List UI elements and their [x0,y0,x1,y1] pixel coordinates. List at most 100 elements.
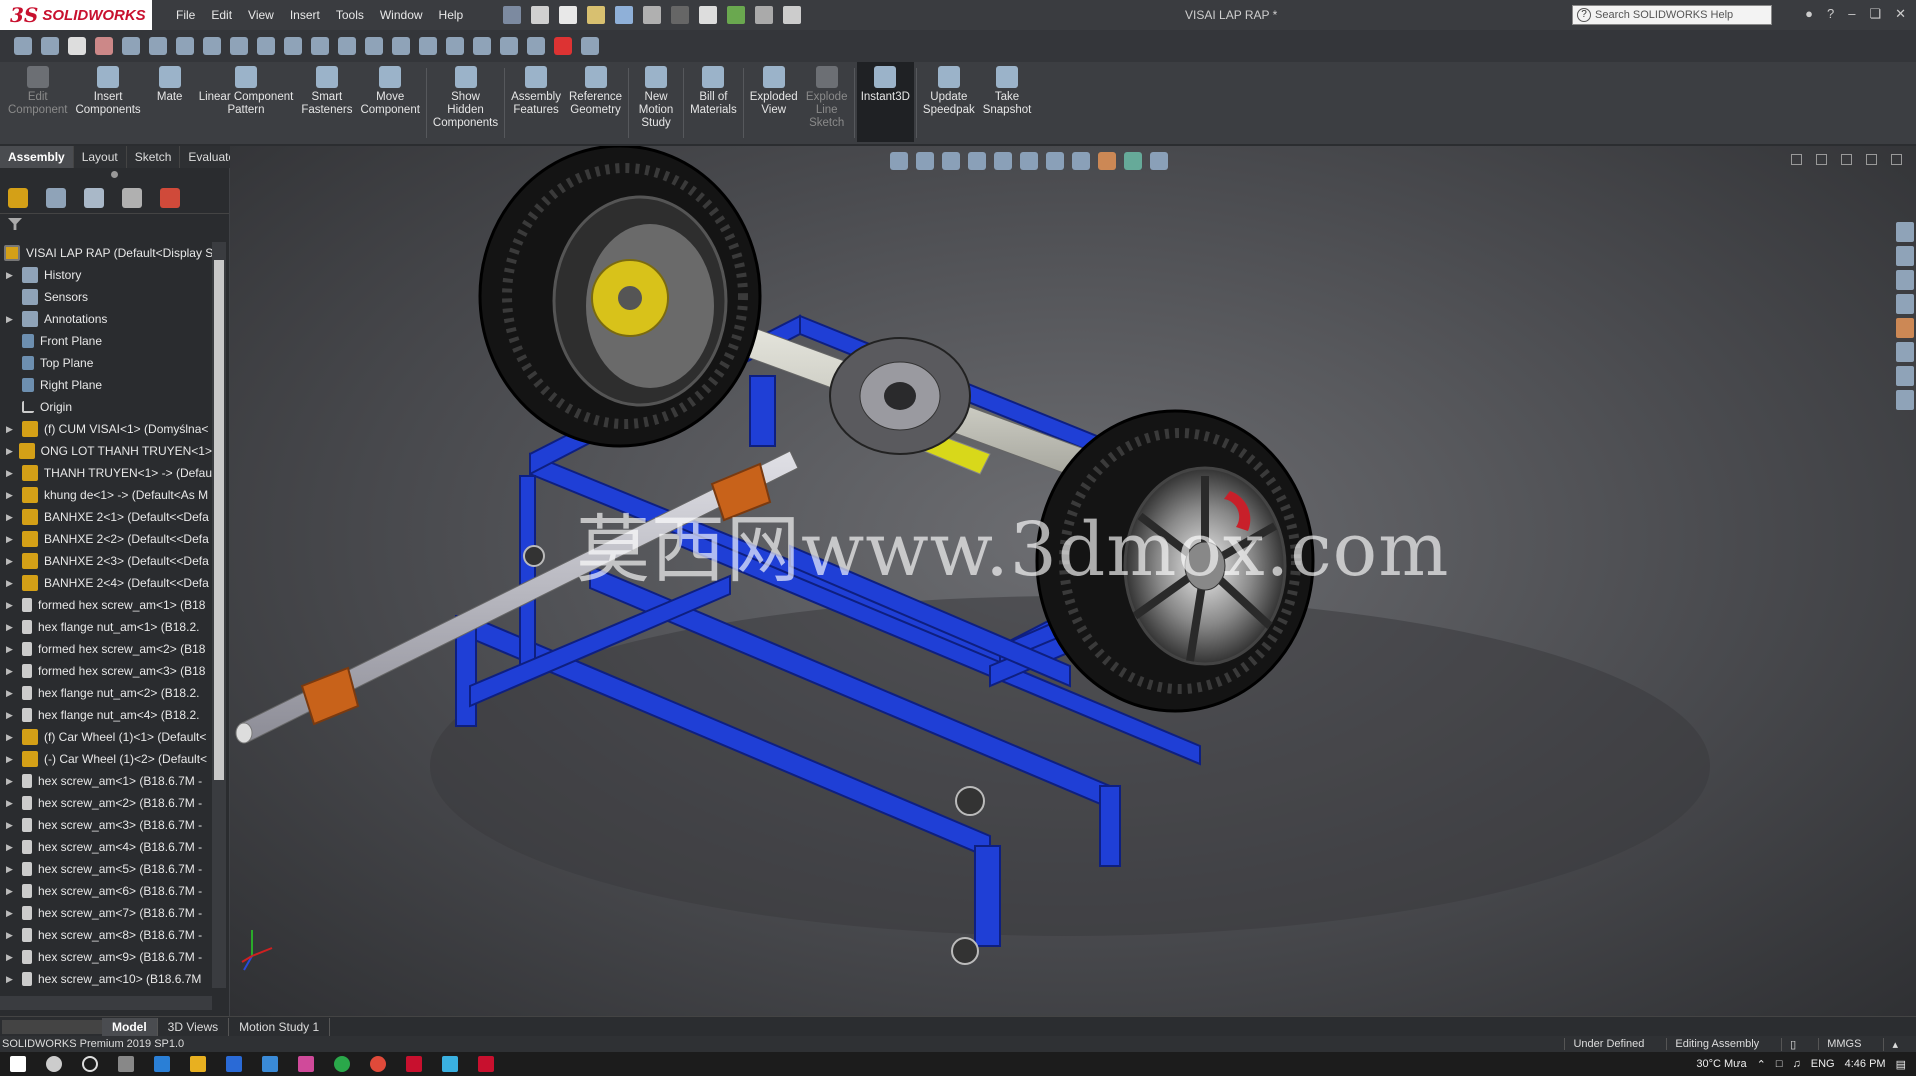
tree-item[interactable]: ▶ khung de<1> -> (Default<As M [0,484,212,506]
tree-item[interactable]: Sensors [0,286,212,308]
tree-item[interactable]: ▶ THANH TRUYEN<1> -> (Defau [0,462,212,484]
tree-root-assembly[interactable]: VISAI LAP RAP (Default<Display St [0,242,212,264]
expand-arrow-icon[interactable]: ▶ [6,710,18,721]
property-manager-icon[interactable] [46,187,66,208]
tree-item[interactable]: ▶ hex screw_am<1> (B18.6.7M - [0,770,212,792]
toolbar-icon[interactable] [257,37,275,55]
menu-insert[interactable]: Insert [290,8,320,22]
solidworks-app-icon[interactable] [406,1056,422,1072]
expand-arrow-icon[interactable]: ▶ [6,446,15,457]
expand-arrow-icon[interactable]: ▶ [6,688,18,699]
units-selector[interactable]: MMGS [1818,1038,1869,1050]
home-icon[interactable] [531,6,550,24]
save-icon[interactable] [615,6,634,24]
tree-item[interactable]: ▶ History [0,264,212,286]
expand-arrow-icon[interactable]: ▶ [6,886,18,897]
tree-item[interactable]: Origin [0,396,212,418]
expand-arrow-icon[interactable]: ▶ [6,864,18,875]
rebuild-icon[interactable] [727,6,746,24]
tree-item[interactable]: ▶ ONG LOT THANH TRUYEN<1> [0,440,212,462]
toolbar-icon[interactable] [446,37,464,55]
volume-icon[interactable]: ♫ [1793,1058,1801,1070]
expand-arrow-icon[interactable]: ▶ [6,754,18,765]
close-icon[interactable]: ✕ [1895,6,1906,22]
tab-sketch[interactable]: Sketch [127,146,181,168]
minimize-icon[interactable]: – [1848,6,1855,22]
toolbar-icon[interactable] [419,37,437,55]
expand-arrow-icon[interactable]: ▶ [6,820,18,831]
expand-arrow-icon[interactable]: ▶ [6,842,18,853]
command-instant3d[interactable]: Instant3D [856,62,914,142]
expand-arrow-icon[interactable]: ▶ [6,974,18,985]
tree-item[interactable]: Right Plane [0,374,212,396]
file-properties-icon[interactable] [755,6,774,24]
expand-arrow-icon[interactable]: ▶ [6,424,18,435]
app-icon[interactable] [442,1056,458,1072]
chrome-icon[interactable] [370,1056,386,1072]
clock[interactable]: 4:46 PM [1845,1058,1886,1070]
expand-arrow-icon[interactable]: ▶ [6,666,18,677]
toolbar-icon[interactable] [149,37,167,55]
tree-item[interactable]: ▶ hex screw_am<10> (B18.6.7M [0,968,212,988]
tree-item[interactable]: ▶ hex screw_am<5> (B18.6.7M - [0,858,212,880]
toolbar-icon[interactable] [581,37,599,55]
dimxpert-icon[interactable] [122,187,142,208]
expand-arrow-icon[interactable]: ▶ [6,798,18,809]
store-icon[interactable] [226,1056,242,1072]
tree-item[interactable]: ▶ BANHXE 2<1> (Default<<Defa [0,506,212,528]
network-icon[interactable]: □ [1776,1058,1783,1070]
expand-arrow-icon[interactable]: ▶ [6,622,18,633]
tree-item[interactable]: ▶ hex screw_am<6> (B18.6.7M - [0,880,212,902]
left-rear-wheel[interactable] [478,146,762,448]
toolbar-icon[interactable] [95,37,113,55]
solidworks-logo[interactable]: 3S SOLIDWORKS [0,0,152,30]
tree-item[interactable]: ▶ formed hex screw_am<2> (B18 [0,638,212,660]
gear-icon[interactable] [783,6,802,24]
weather-widget[interactable]: 30°C Mưa [1696,1058,1746,1070]
tree-item[interactable]: ▶ Annotations [0,308,212,330]
toolbar-icon[interactable] [473,37,491,55]
toolbar-icon[interactable] [527,37,545,55]
command-insert-components[interactable]: Insert Components [71,62,144,117]
command-smart-fasteners[interactable]: Smart Fasteners [297,62,356,117]
new-document-icon[interactable] [559,6,578,24]
select-arrow-icon[interactable] [68,37,86,55]
command-show-hidden-components[interactable]: Show Hidden Components [429,62,502,130]
command-exploded-view[interactable]: Exploded View [746,62,802,117]
task-view-icon[interactable] [118,1056,134,1072]
command-edit-component[interactable]: Edit Component [4,62,71,117]
tree-item[interactable]: ▶ hex screw_am<9> (B18.6.7M - [0,946,212,968]
restore-icon[interactable]: ❏ [1869,6,1881,22]
app-icon[interactable] [334,1056,350,1072]
tree-item[interactable]: ▶ hex screw_am<7> (B18.6.7M - [0,902,212,924]
tree-item[interactable]: ▶ hex flange nut_am<2> (B18.2. [0,682,212,704]
command-linear-component-pattern[interactable]: Linear Component Pattern [195,62,298,117]
expand-arrow-icon[interactable]: ▶ [6,578,18,589]
user-icon[interactable]: ● [1805,6,1813,22]
tree-item[interactable]: ▶ hex screw_am<2> (B18.6.7M - [0,792,212,814]
configuration-manager-icon[interactable] [84,187,104,208]
toolbar-icon[interactable] [554,37,572,55]
tree-item[interactable]: Top Plane [0,352,212,374]
tree-item[interactable]: Front Plane [0,330,212,352]
solidworks-app-icon[interactable] [478,1056,494,1072]
bottom-tab-model[interactable]: Model [102,1017,158,1036]
tree-item[interactable]: ▶ hex flange nut_am<4> (B18.2. [0,704,212,726]
command-take-snapshot[interactable]: Take Snapshot [979,62,1036,117]
expand-arrow-icon[interactable]: ▶ [6,952,18,963]
tray-chevron-icon[interactable]: ⌃ [1757,1058,1766,1071]
expand-arrow-icon[interactable]: ▶ [6,600,18,611]
tree-item[interactable]: ▶ formed hex screw_am<1> (B18 [0,594,212,616]
command-mate[interactable]: Mate [145,62,195,104]
expand-arrow-icon[interactable]: ▶ [6,776,18,787]
command-bill-of-materials[interactable]: Bill of Materials [686,62,741,117]
menu-file[interactable]: File [176,8,195,22]
tree-item[interactable]: ▶ BANHXE 2<2> (Default<<Defa [0,528,212,550]
tree-item[interactable]: ▶ hex screw_am<4> (B18.6.7M - [0,836,212,858]
toolbar-icon[interactable] [41,37,59,55]
command-update-speedpak[interactable]: Update Speedpak [919,62,979,117]
toolbar-icon[interactable] [230,37,248,55]
command-explode-line-sketch[interactable]: Explode Line Sketch [802,62,852,130]
tree-vertical-scrollbar[interactable] [212,242,226,988]
tree-item[interactable]: ▶ hex flange nut_am<1> (B18.2. [0,616,212,638]
